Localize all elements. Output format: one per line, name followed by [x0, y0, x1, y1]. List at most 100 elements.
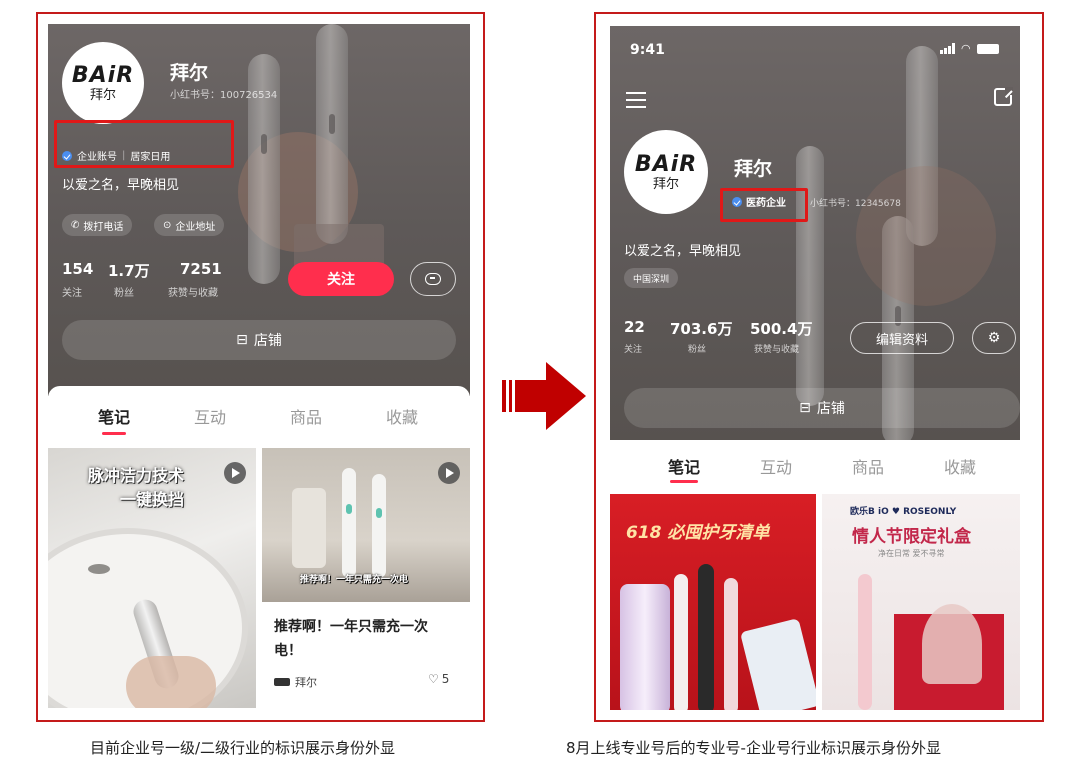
left-caption: 目前企业号一级/二级行业的标识展示身份外显: [90, 739, 396, 757]
heart-icon: ♡: [428, 672, 439, 686]
stat-following-label: 关注: [62, 288, 82, 299]
flower-decor: [922, 604, 982, 684]
right-identity-highlight-box: [720, 188, 808, 222]
tab-favorites[interactable]: 收藏: [934, 454, 986, 478]
drain-decor: [88, 564, 110, 574]
toothbrush-button-decor: [346, 504, 352, 514]
tab-products[interactable]: 商品: [280, 404, 332, 428]
card2-sub: 净在日常 爱不寻常: [878, 549, 945, 558]
tab-favorites[interactable]: 收藏: [376, 404, 428, 428]
follow-button[interactable]: 关注: [288, 262, 394, 296]
tab-notes[interactable]: 笔记: [88, 404, 140, 428]
redbook-id: 小红书号：12345678: [810, 199, 901, 209]
stat-fans-label: 粉丝: [688, 345, 707, 355]
brand-avatar[interactable]: BAiR 拜尔: [62, 42, 144, 124]
toothbrush-decor: [858, 574, 872, 710]
mouthwash-decor: [620, 584, 670, 710]
company-address-label: 企业地址: [175, 221, 216, 233]
active-tab-indicator: [670, 480, 698, 483]
stat-fans-label: 粉丝: [114, 288, 134, 299]
edit-profile-button[interactable]: 编辑资料: [850, 322, 954, 354]
settings-button[interactable]: ⚙: [972, 322, 1016, 354]
toothbrush-button-decor: [376, 508, 382, 518]
card2-likes: 5: [441, 672, 450, 686]
menu-icon[interactable]: [626, 92, 646, 108]
location-pin-icon: ⊙: [163, 219, 172, 231]
toothbrush-button-decor: [261, 134, 267, 154]
right-caption: 8月上线专业号后的专业号-企业号行业标识展示身份外显: [566, 739, 941, 757]
tab-products[interactable]: 商品: [842, 454, 894, 478]
profile-name: 拜尔: [170, 62, 209, 84]
tab-interactions[interactable]: 互动: [750, 454, 802, 478]
stat-fans-value[interactable]: 703.6万: [670, 318, 732, 339]
note-card-valentine[interactable]: 欧乐B iO ♥ ROSEONLY 情人节限定礼盒 净在日常 爱不寻常: [822, 494, 1020, 710]
like-count[interactable]: ♡ 5: [428, 672, 449, 686]
toothbrush-decor: [316, 24, 348, 244]
profile-bio: 以爱之名，早晚相见: [624, 244, 742, 259]
stat-following-value[interactable]: 22: [624, 318, 645, 336]
stat-fans-value[interactable]: 1.7万: [108, 260, 150, 281]
tab-notes[interactable]: 笔记: [658, 454, 710, 478]
chat-bubble-icon: [425, 273, 441, 285]
card2-author-row[interactable]: 拜尔: [274, 674, 317, 690]
store-icon: ⊟: [799, 400, 811, 416]
brand-logo-subtext: 拜尔: [89, 87, 116, 103]
toothbrush-decor: [796, 146, 824, 406]
active-tab-indicator: [102, 432, 126, 435]
stat-following-value[interactable]: 154: [62, 260, 93, 278]
store-label: 店铺: [816, 401, 845, 417]
call-phone-chip[interactable]: ✆ 拨打电话: [62, 214, 133, 236]
profile-tabs: 笔记 互动 商品 收藏: [610, 440, 1020, 494]
stat-likes-value[interactable]: 500.4万: [750, 318, 812, 339]
card1-overlay-line2: 一键换挡: [120, 490, 185, 509]
location-chip[interactable]: 中国深圳: [624, 268, 679, 288]
decor-orb: [856, 166, 996, 306]
note-card-618[interactable]: 618 必囤护牙清单: [610, 494, 816, 710]
stat-likes-label: 获赞与收藏: [168, 288, 218, 299]
card2-title: 情人节限定礼盒: [852, 527, 971, 547]
message-button[interactable]: [410, 262, 456, 296]
profile-name: 拜尔: [734, 158, 773, 180]
card2-brands: 欧乐B iO ♥ ROSEONLY: [850, 507, 957, 517]
store-bar[interactable]: ⊟ 店铺: [624, 388, 1020, 428]
card2-overlay-text: 推荐啊！一年只需充一次电: [300, 575, 409, 585]
brand-logo-text: BAiR: [71, 62, 135, 88]
signal-icon: [940, 43, 955, 54]
cup-decor: [292, 488, 326, 568]
left-identity-highlight-box: [54, 120, 234, 168]
tab-interactions[interactable]: 互动: [184, 404, 236, 428]
profile-header-background: 9:41 ◠ BAiR 拜尔 拜尔 医药企业 小红书号：12345678 以爱之…: [610, 26, 1020, 440]
toothbrush-button-decor: [329, 114, 335, 134]
hand-decor: [126, 656, 216, 708]
transition-arrow-icon: [502, 362, 586, 430]
toothpaste-decor: [740, 618, 816, 710]
stat-likes-value[interactable]: 7251: [180, 260, 222, 278]
redbook-id: 小红书号：100726534: [170, 90, 278, 101]
battery-icon: [976, 43, 999, 54]
profile-header-background: BAiR 拜尔 拜尔 小红书号：100726534 企业账号 | 居家日用 以爱…: [48, 24, 470, 396]
toothbrush-decor: [372, 474, 386, 578]
card2-title-line1: 推荐啊！一年只需充一次: [274, 619, 428, 635]
card2-title-line2: 电！: [274, 643, 302, 659]
brand-avatar[interactable]: BAiR 拜尔: [624, 130, 708, 214]
call-phone-label: 拨打电话: [83, 221, 124, 233]
stat-likes-label: 获赞与收藏: [754, 345, 800, 355]
card2-author: 拜尔: [295, 676, 317, 689]
play-icon: [224, 462, 246, 484]
note-card-video[interactable]: 脉冲洁力技术 一键换挡: [48, 448, 256, 708]
profile-bio: 以爱之名，早晚相见: [62, 178, 180, 193]
toothbrush-decor: [724, 578, 738, 710]
wifi-icon: ◠: [961, 42, 971, 55]
store-label: 店铺: [253, 333, 282, 349]
store-bar[interactable]: ⊟ 店铺: [62, 320, 456, 360]
toothbrush-decor: [674, 574, 688, 710]
stat-following-label: 关注: [624, 345, 643, 355]
share-icon[interactable]: [994, 87, 1013, 106]
card1-title: 618 必囤护牙清单: [626, 523, 770, 543]
profile-tabs: 笔记 互动 商品 收藏: [48, 386, 470, 446]
company-address-chip[interactable]: ⊙ 企业地址: [154, 214, 225, 236]
gear-icon: ⚙: [987, 330, 1001, 346]
brand-logo-text: BAiR: [634, 151, 698, 177]
note-card[interactable]: 推荐啊！一年只需充一次电 推荐啊！一年只需充一次 电！ 拜尔 ♡ 5: [262, 448, 470, 708]
store-icon: ⊟: [236, 332, 248, 348]
